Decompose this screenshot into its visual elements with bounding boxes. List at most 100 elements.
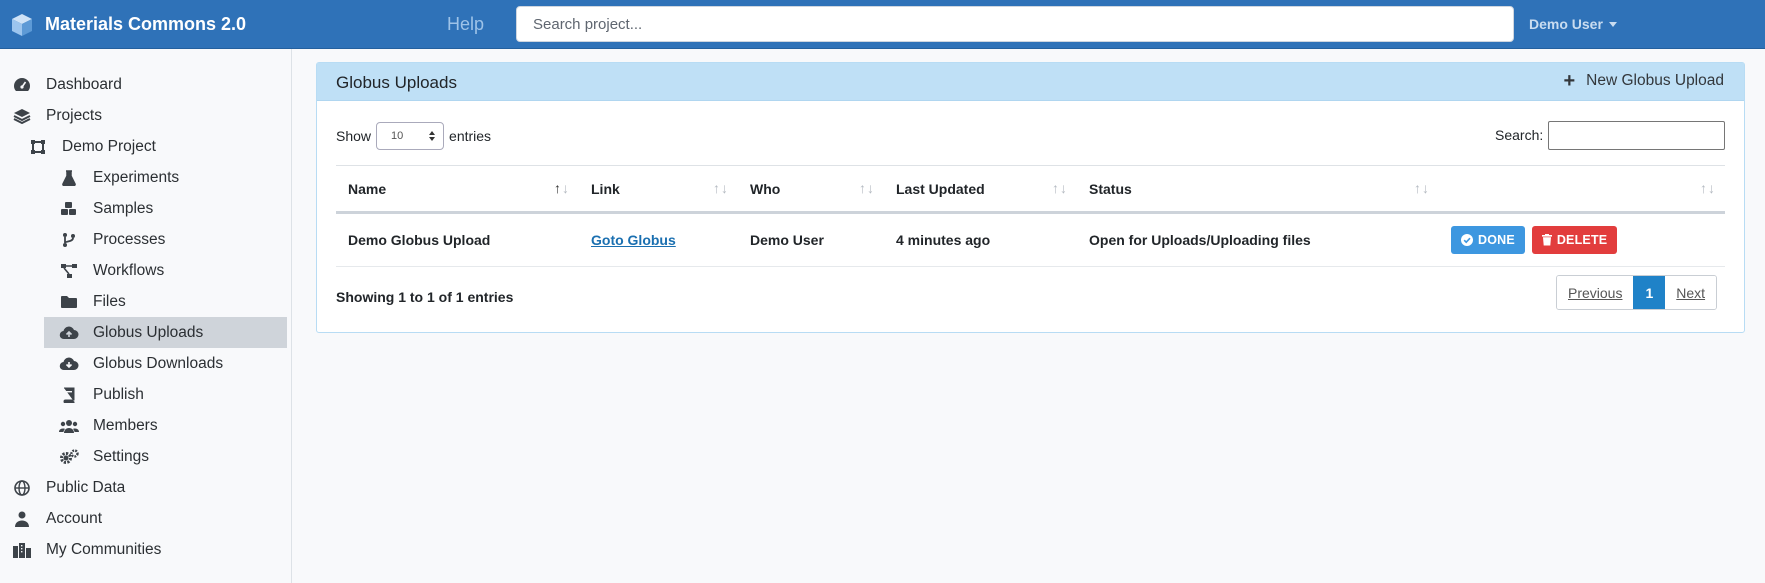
project-icon (28, 137, 48, 157)
sidebar-item-settings[interactable]: Settings (59, 441, 149, 472)
next-page-button[interactable]: Next (1665, 276, 1717, 309)
brand-title: Materials Commons 2.0 (45, 14, 247, 34)
sidebar-item-dashboard[interactable]: Dashboard (12, 69, 122, 100)
gears-icon (59, 447, 79, 467)
column-header-who[interactable]: Who ↑ ↓ (738, 165, 884, 214)
sidebar-item-globus-uploads[interactable]: Globus Uploads (44, 317, 287, 348)
new-globus-upload-button[interactable]: + New Globus Upload (1563, 70, 1724, 92)
sidebar-item-label: Public Data (46, 478, 126, 496)
select-arrows-icon (429, 131, 436, 141)
sort-icon: ↑ ↓ (1414, 180, 1429, 196)
sort-asc-icon: ↑ ↓ (554, 180, 569, 196)
users-icon (59, 416, 79, 436)
uploads-table: Name ↑ ↓ Link ↑ ↓ Who ↑ ↓ Last Updated ↑ ↓ S… (336, 165, 1725, 267)
cell-who: Demo User (738, 212, 884, 267)
sidebar-item-files[interactable]: Files (59, 286, 126, 317)
sidebar-item-label: Projects (46, 106, 102, 124)
new-globus-upload-label: New Globus Upload (1586, 72, 1724, 89)
plus-icon: + (1563, 70, 1576, 92)
sidebar-item-account[interactable]: Account (12, 503, 102, 534)
column-header-status[interactable]: Status ↑ ↓ (1077, 165, 1439, 214)
trash-icon (1541, 234, 1552, 246)
page-1-button[interactable]: 1 (1633, 276, 1666, 309)
sidebar-item-samples[interactable]: Samples (59, 193, 153, 224)
folder-icon (59, 292, 79, 312)
city-icon (12, 540, 32, 560)
sidebar-item-label: Account (46, 509, 103, 527)
entries-label: entries (449, 128, 492, 144)
cloud-upload-icon (59, 323, 79, 343)
pagination: Previous 1 Next (1556, 275, 1718, 310)
show-label: Show (336, 128, 372, 144)
layers-icon (12, 106, 32, 126)
caret-down-icon (1608, 21, 1617, 27)
sidebar-item-globus-downloads[interactable]: Globus Downloads (59, 348, 223, 379)
top-navbar: Materials Commons 2.0 Help Demo User (0, 0, 1765, 49)
sidebar-item-label: Settings (93, 447, 150, 465)
sidebar-item-label: Globus Downloads (93, 354, 224, 372)
sidebar-item-projects[interactable]: Projects (12, 100, 102, 131)
branch-icon (59, 230, 79, 250)
sidebar-item-label: Members (93, 416, 158, 434)
globe-icon (12, 478, 32, 498)
sidebar-item-label: Experiments (93, 168, 180, 186)
sidebar-item-processes[interactable]: Processes (59, 224, 165, 255)
cell-name: Demo Globus Upload (336, 212, 579, 267)
sidebar-item-my-communities[interactable]: My Communities (12, 534, 161, 565)
sidebar-item-label: Processes (93, 230, 166, 248)
sidebar-item-label: Publish (93, 385, 144, 403)
cubes-icon (59, 199, 79, 219)
sidebar-item-experiments[interactable]: Experiments (59, 162, 179, 193)
cell-last-updated: 4 minutes ago (884, 212, 1077, 267)
check-circle-icon (1461, 234, 1473, 246)
sidebar-item-demo-project[interactable]: Demo Project (28, 131, 156, 162)
user-menu[interactable]: Demo User (1529, 16, 1617, 32)
done-button[interactable]: DONE (1451, 226, 1525, 254)
sort-icon: ↑ ↓ (1700, 180, 1715, 196)
user-icon (12, 509, 32, 529)
sidebar-item-label: Globus Uploads (93, 323, 204, 341)
sidebar-item-label: Demo Project (62, 137, 156, 155)
brand[interactable]: Materials Commons 2.0 (10, 0, 246, 49)
help-link[interactable]: Help (447, 14, 484, 35)
table-info: Showing 1 to 1 of 1 entries (336, 289, 514, 305)
cube-logo-icon (12, 13, 32, 36)
cell-actions: DONE DELETE (1439, 212, 1725, 267)
card-header: Globus Uploads + New Globus Upload (317, 63, 1744, 101)
delete-button[interactable]: DELETE (1531, 226, 1618, 254)
book-icon (59, 385, 79, 405)
page-title: Globus Uploads (336, 73, 457, 92)
column-header-actions[interactable]: ↑ ↓ (1439, 165, 1725, 214)
sort-icon: ↑ ↓ (1052, 180, 1067, 196)
goto-globus-link[interactable]: Goto Globus (591, 232, 676, 248)
previous-page-button[interactable]: Previous (1557, 276, 1634, 309)
column-header-link[interactable]: Link ↑ ↓ (579, 165, 738, 214)
cell-status: Open for Uploads/Uploading files (1077, 212, 1439, 267)
sort-icon: ↑ ↓ (859, 180, 874, 196)
dashboard-icon (12, 75, 32, 95)
cloud-download-icon (59, 354, 79, 374)
table-search-label: Search: (1495, 127, 1544, 143)
table-search-input[interactable] (1548, 121, 1725, 150)
column-header-last-updated[interactable]: Last Updated ↑ ↓ (884, 165, 1077, 214)
sidebar-item-label: Workflows (93, 261, 165, 279)
entries-length-value: 10 (391, 130, 404, 142)
user-name: Demo User (1529, 16, 1603, 32)
sidebar-item-label: My Communities (46, 540, 162, 558)
sidebar-item-publish[interactable]: Publish (59, 379, 144, 410)
sidebar: Dashboard Projects Demo Project Experime… (0, 49, 292, 583)
globus-uploads-card: Globus Uploads + New Globus Upload Show … (316, 62, 1745, 333)
table-row: Demo Globus Upload Goto Globus Demo User… (336, 212, 1725, 267)
sidebar-item-members[interactable]: Members (59, 410, 158, 441)
workflow-icon (59, 261, 79, 281)
project-search-input[interactable] (516, 6, 1514, 42)
sidebar-item-label: Samples (93, 199, 154, 217)
sidebar-item-public-data[interactable]: Public Data (12, 472, 125, 503)
flask-icon (59, 168, 79, 188)
sort-icon: ↑ ↓ (713, 180, 728, 196)
sidebar-item-label: Files (93, 292, 126, 310)
sidebar-item-workflows[interactable]: Workflows (59, 255, 164, 286)
entries-length-select[interactable]: 10 (376, 122, 445, 150)
cell-link: Goto Globus (579, 212, 738, 267)
column-header-name[interactable]: Name ↑ ↓ (336, 165, 579, 214)
